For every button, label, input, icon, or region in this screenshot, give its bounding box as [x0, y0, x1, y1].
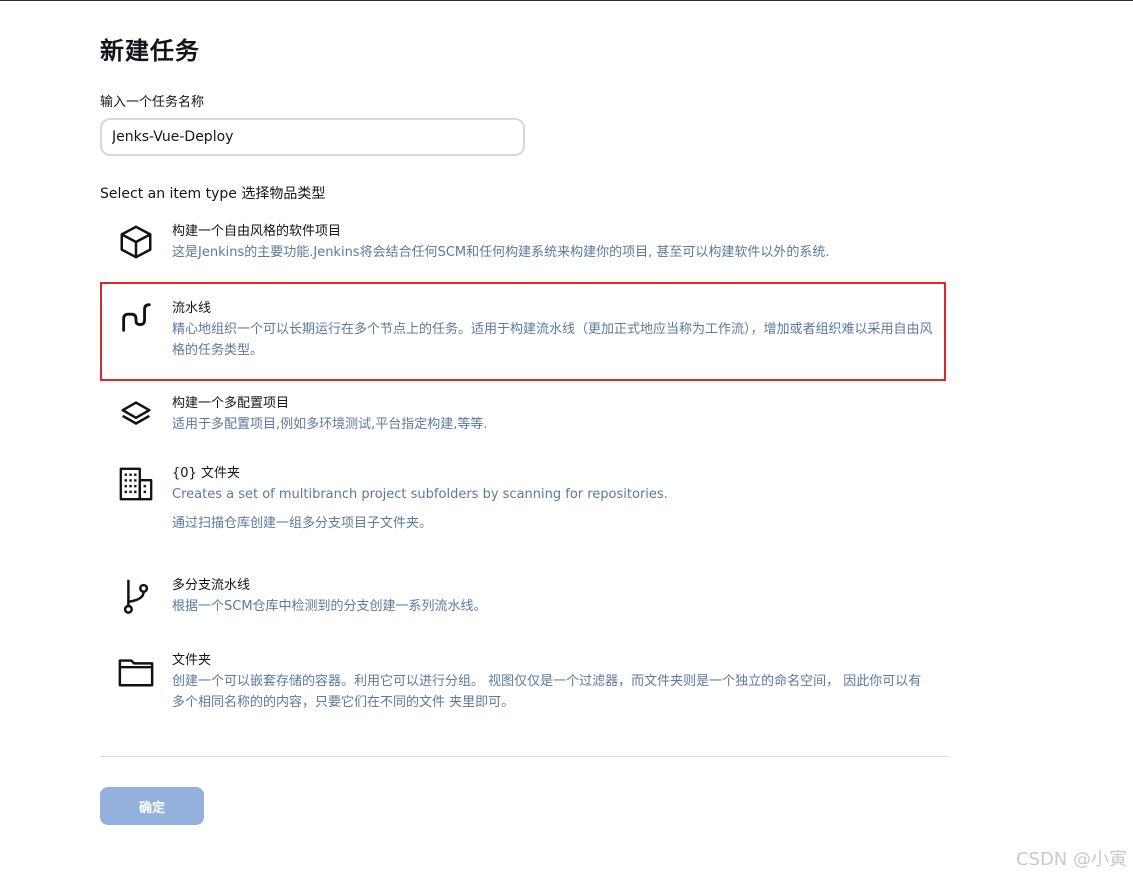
item-name-label: 输入一个任务名称 — [100, 95, 205, 110]
item-type-folder[interactable]: 文件夹 创建一个可以嵌套存储的容器。利用它可以进行分组。 视图仅仅是一个过滤器，… — [100, 651, 946, 715]
item-description-secondary: 通过扫描仓库创建一组多分支项目子文件夹。 — [172, 516, 433, 531]
top-border — [0, 0, 1133, 1]
folder-icon — [116, 651, 156, 691]
building-icon — [116, 464, 156, 504]
item-type-pipeline[interactable]: 流水线 精心地组织一个可以长期运行在多个节点上的任务。适用于构建流水线（更加正式… — [100, 282, 946, 381]
item-type-label: Select an item type 选择物品类型 — [100, 186, 326, 202]
layers-icon — [116, 394, 156, 434]
item-title: {0} 文件夹 — [172, 466, 240, 481]
pipeline-icon — [116, 297, 156, 337]
item-type-multibranch-pipeline[interactable]: 多分支流水线 根据一个SCM仓库中检测到的分支创建一系列流水线。 — [100, 576, 946, 622]
item-description: 创建一个可以嵌套存储的容器。利用它可以进行分组。 视图仅仅是一个过滤器，而文件夹… — [172, 674, 922, 710]
item-description: 这是Jenkins的主要功能.Jenkins将会结合任何SCM和任何构建系统来构… — [172, 245, 830, 260]
item-type-multi-configuration[interactable]: 构建一个多配置项目 适用于多配置项目,例如多环境测试,平台指定构建,等等. — [100, 394, 946, 440]
footer-divider — [100, 756, 950, 757]
branch-icon — [116, 576, 156, 616]
item-description: 根据一个SCM仓库中检测到的分支创建一系列流水线。 — [172, 599, 487, 614]
page-title: 新建任务 — [100, 37, 200, 65]
item-title: 多分支流水线 — [172, 578, 251, 593]
item-description: Creates a set of multibranch project sub… — [172, 487, 668, 502]
item-title: 构建一个自由风格的软件项目 — [172, 224, 342, 239]
watermark: CSDN @小寅 — [1015, 849, 1127, 870]
item-name-input[interactable] — [100, 118, 525, 156]
ok-button[interactable]: 确定 — [100, 787, 204, 825]
item-description: 适用于多配置项目,例如多环境测试,平台指定构建,等等. — [172, 417, 488, 432]
item-title: 文件夹 — [172, 653, 212, 668]
item-description: 精心地组织一个可以长期运行在多个节点上的任务。适用于构建流水线（更加正式地应当称… — [172, 322, 933, 358]
item-title: 流水线 — [172, 301, 212, 316]
item-title: 构建一个多配置项目 — [172, 396, 290, 411]
item-type-organization-folder[interactable]: {0} 文件夹 Creates a set of multibranch pro… — [100, 464, 946, 544]
item-type-freestyle[interactable]: 构建一个自由风格的软件项目 这是Jenkins的主要功能.Jenkins将会结合… — [100, 222, 946, 268]
cube-icon — [116, 222, 156, 262]
